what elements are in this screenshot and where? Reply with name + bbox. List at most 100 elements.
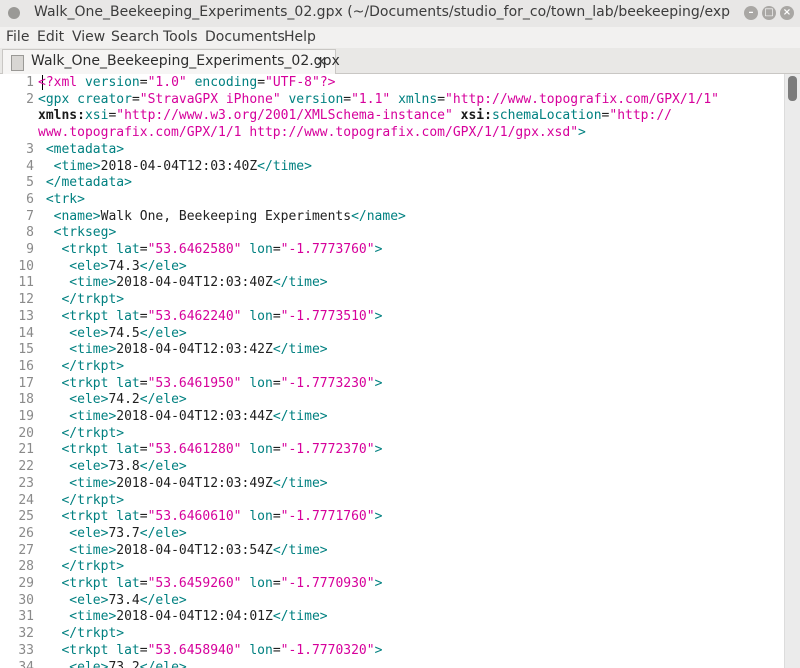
code-line[interactable]: 9 <trkpt lat="53.6462580" lon="-1.777376… xyxy=(0,241,382,258)
code-line[interactable]: 7 <name>Walk One, Beekeeping Experiments… xyxy=(0,208,406,225)
line-code: <ele>74.3</ele> xyxy=(38,258,186,275)
code-token: <time> xyxy=(38,158,101,174)
code-line[interactable]: 1 <?xml version="1.0" encoding="UTF-8"?> xyxy=(0,74,335,91)
minimize-button[interactable]: – xyxy=(744,6,758,20)
code-line[interactable]: 30 <ele>73.4</ele> xyxy=(0,592,186,609)
code-line[interactable]: 6 <trk> xyxy=(0,191,85,208)
code-line[interactable]: 21 <trkpt lat="53.6461280" lon="-1.77723… xyxy=(0,441,382,458)
code-token: "53.6462580" xyxy=(147,242,242,257)
line-code: <ele>73.7</ele> xyxy=(38,525,186,542)
tab-close-button[interactable]: × xyxy=(315,52,328,70)
line-code: </trkpt> xyxy=(38,625,124,642)
code-line[interactable]: 16 </trkpt> xyxy=(0,358,124,375)
code-token: lat xyxy=(116,642,140,658)
scrollbar-thumb[interactable] xyxy=(788,76,797,101)
code-line[interactable]: 31 <time>2018-04-04T12:04:01Z</time> xyxy=(0,608,327,625)
vertical-scrollbar[interactable] xyxy=(784,74,800,668)
text-editor[interactable]: 1 <?xml version="1.0" encoding="UTF-8"?> 2… xyxy=(0,74,784,668)
line-number: 16 xyxy=(18,358,34,374)
code-token: 74.2 xyxy=(108,392,140,408)
code-line[interactable]: 23 <time>2018-04-04T12:03:49Z</time> xyxy=(0,475,327,492)
code-line[interactable]: xmlns:xsi="http://www.w3.org/2001/XMLSch… xyxy=(0,107,672,124)
code-line[interactable]: 11 <time>2018-04-04T12:03:40Z</time> xyxy=(0,274,327,291)
code-line[interactable]: 12 </trkpt> xyxy=(0,291,124,308)
menu-documents[interactable]: Documents xyxy=(205,29,285,45)
code-line[interactable]: 5 </metadata> xyxy=(0,174,132,191)
line-number: 31 xyxy=(18,609,34,625)
line-code: </trkpt> xyxy=(38,492,124,509)
code-line[interactable]: 18 <ele>74.2</ele> xyxy=(0,391,186,408)
code-line[interactable]: 28 </trkpt> xyxy=(0,558,124,575)
code-token: <ele> xyxy=(38,325,109,341)
code-token: </ele> xyxy=(139,325,187,341)
code-token: = xyxy=(139,242,148,257)
document-tab[interactable]: Walk_One_Beekeeping_Experiments_02.gpx × xyxy=(2,49,340,74)
close-window-button[interactable]: × xyxy=(780,6,794,20)
code-token: 73.2 xyxy=(108,659,140,668)
code-line[interactable]: 14 <ele>74.5</ele> xyxy=(0,325,187,342)
menu-view[interactable]: View xyxy=(72,29,105,45)
code-line[interactable]: 20 </trkpt> xyxy=(0,425,124,442)
line-number: 14 xyxy=(18,325,34,341)
code-line[interactable]: 33 <trkpt lat="53.6458940" lon="-1.77703… xyxy=(0,642,382,659)
window-menu-icon[interactable] xyxy=(8,7,20,19)
code-line[interactable]: 25 <trkpt lat="53.6460610" lon="-1.77717… xyxy=(0,508,382,525)
line-code: <trkpt lat="53.6461280" lon="-1.7772370"… xyxy=(38,441,382,458)
code-token: > xyxy=(374,375,383,391)
code-token: <trkpt xyxy=(38,242,117,257)
line-code: <?xml version="1.0" encoding="UTF-8"?> xyxy=(38,74,335,91)
line-number: 20 xyxy=(18,425,34,441)
code-line[interactable]: 19 <time>2018-04-04T12:03:44Z</time> xyxy=(0,408,327,425)
line-code: <ele>74.5</ele> xyxy=(38,325,187,342)
code-token: <time> xyxy=(38,409,117,424)
code-line[interactable]: 17 <trkpt lat="53.6461950" lon="-1.77732… xyxy=(0,375,382,392)
line-code: xmlns:xsi="http://www.w3.org/2001/XMLSch… xyxy=(38,107,672,124)
code-token: <ele> xyxy=(38,659,109,668)
code-line[interactable]: 26 <ele>73.7</ele> xyxy=(0,525,186,542)
code-token: 2018-04-04T12:03:54Z xyxy=(116,542,273,558)
menu-file[interactable]: File xyxy=(6,29,29,45)
code-line[interactable]: 24 </trkpt> xyxy=(0,492,124,509)
code-token: www.topografix.com/GPX/1/1 http://www.to… xyxy=(38,125,579,141)
code-token: 74.3 xyxy=(108,258,140,274)
maximize-button[interactable]: □ xyxy=(762,6,776,20)
code-token: <ele> xyxy=(38,459,109,475)
code-line[interactable]: 34 <ele>73.2</ele> xyxy=(0,659,186,668)
code-token: 73.7 xyxy=(108,525,140,541)
code-line[interactable]: 4 <time>2018-04-04T12:03:40Z</time> xyxy=(0,158,312,175)
code-line[interactable]: 22 <ele>73.8</ele> xyxy=(0,458,187,475)
line-number: 22 xyxy=(18,459,34,475)
line-number: 32 xyxy=(18,626,34,642)
line-number: 26 xyxy=(18,525,34,541)
code-line[interactable]: 2 <gpx creator="StravaGPX iPhone" version… xyxy=(0,91,719,108)
code-token: "53.6461280" xyxy=(147,442,242,458)
code-token: "53.6459260" xyxy=(147,576,242,591)
code-line[interactable]: 13 <trkpt lat="53.6462240" lon="-1.77735… xyxy=(0,308,382,325)
code-line[interactable]: 29 <trkpt lat="53.6459260" lon="-1.77709… xyxy=(0,575,382,592)
code-token: <trkpt xyxy=(38,509,117,525)
code-line[interactable]: www.topografix.com/GPX/1/1 http://www.to… xyxy=(0,124,586,141)
code-token: 74.5 xyxy=(108,325,140,341)
code-token: </ele> xyxy=(139,459,187,475)
menu-edit[interactable]: Edit xyxy=(37,29,64,45)
code-line[interactable]: 32 </trkpt> xyxy=(0,625,124,642)
code-token: 2018-04-04T12:03:49Z xyxy=(116,475,273,491)
code-token: "StravaGPX iPhone" xyxy=(139,91,281,107)
code-line[interactable]: 27 <time>2018-04-04T12:03:54Z</time> xyxy=(0,542,327,559)
code-token: xsi xyxy=(84,108,109,124)
code-line[interactable]: 15 <time>2018-04-04T12:03:42Z</time> xyxy=(0,341,327,358)
line-number: 12 xyxy=(18,292,34,308)
code-token: "53.6458940" xyxy=(147,642,242,658)
menu-help[interactable]: Help xyxy=(284,29,316,45)
code-line[interactable]: 10 <ele>74.3</ele> xyxy=(0,258,186,275)
code-token: </trkpt> xyxy=(38,358,125,374)
menu-tools[interactable]: Tools xyxy=(163,29,198,45)
title-bar: Walk_One_Beekeeping_Experiments_02.gpx (… xyxy=(0,0,800,28)
menu-search[interactable]: Search xyxy=(111,29,159,45)
code-token: = xyxy=(139,642,148,658)
line-number: 28 xyxy=(18,559,34,575)
code-line[interactable]: 3 <metadata> xyxy=(0,141,124,158)
tab-bar: Walk_One_Beekeeping_Experiments_02.gpx × xyxy=(0,48,800,74)
line-number: 10 xyxy=(18,258,34,274)
code-line[interactable]: 8 <trkseg> xyxy=(0,224,116,241)
